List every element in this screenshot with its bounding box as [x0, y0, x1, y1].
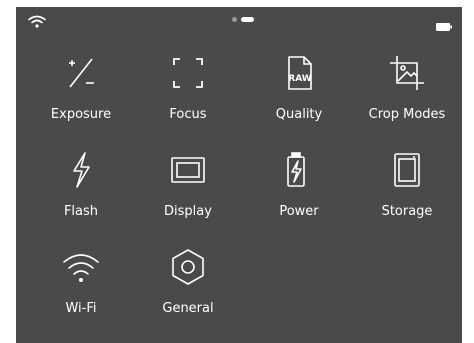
menu-item-label: Display	[164, 204, 212, 219]
menu-item-label: Exposure	[50, 107, 112, 122]
focus-icon	[168, 53, 208, 93]
menu-item-label: Quality	[275, 107, 323, 122]
display-icon	[168, 150, 208, 190]
status-bar	[16, 7, 462, 33]
menu-item-label: General	[162, 301, 214, 316]
raw-file-icon: RAW	[279, 53, 319, 93]
menu-item-label: Storage	[381, 204, 433, 219]
menu-item-wifi[interactable]: Wi-Fi	[26, 247, 136, 337]
general-settings-icon	[168, 247, 208, 287]
wifi-icon	[28, 13, 46, 28]
crop-modes-icon	[387, 53, 427, 93]
page-dot[interactable]	[232, 17, 237, 22]
menu-item-storage[interactable]: Storage	[352, 150, 462, 240]
menu-item-label: Flash	[63, 204, 99, 219]
menu-item-label: Wi-Fi	[65, 301, 97, 316]
page-dot-active[interactable]	[241, 17, 254, 22]
menu-item-general[interactable]: General	[133, 247, 243, 337]
menu-item-crop-modes[interactable]: Crop Modes	[352, 53, 462, 143]
menu-item-label: Crop Modes	[368, 107, 446, 122]
power-battery-icon	[279, 150, 319, 190]
menu-item-quality[interactable]: RAW Quality	[244, 53, 354, 143]
wifi-icon	[61, 247, 101, 287]
exposure-icon	[61, 53, 101, 93]
menu-item-flash[interactable]: Flash	[26, 150, 136, 240]
menu-item-focus[interactable]: Focus	[133, 53, 243, 143]
flash-icon	[61, 150, 101, 190]
menu-item-power[interactable]: Power	[244, 150, 354, 240]
menu-item-label: Power	[279, 204, 319, 219]
menu-item-display[interactable]: Display	[133, 150, 243, 240]
menu-item-exposure[interactable]: Exposure	[26, 53, 136, 143]
raw-label: RAW	[288, 74, 311, 84]
menu-item-label: Focus	[169, 107, 207, 122]
camera-settings-screen: Exposure Focus RAW Quality Crop Modes Fl…	[16, 7, 462, 343]
page-indicator[interactable]	[232, 17, 254, 22]
battery-icon	[436, 16, 452, 31]
storage-card-icon	[387, 150, 427, 190]
